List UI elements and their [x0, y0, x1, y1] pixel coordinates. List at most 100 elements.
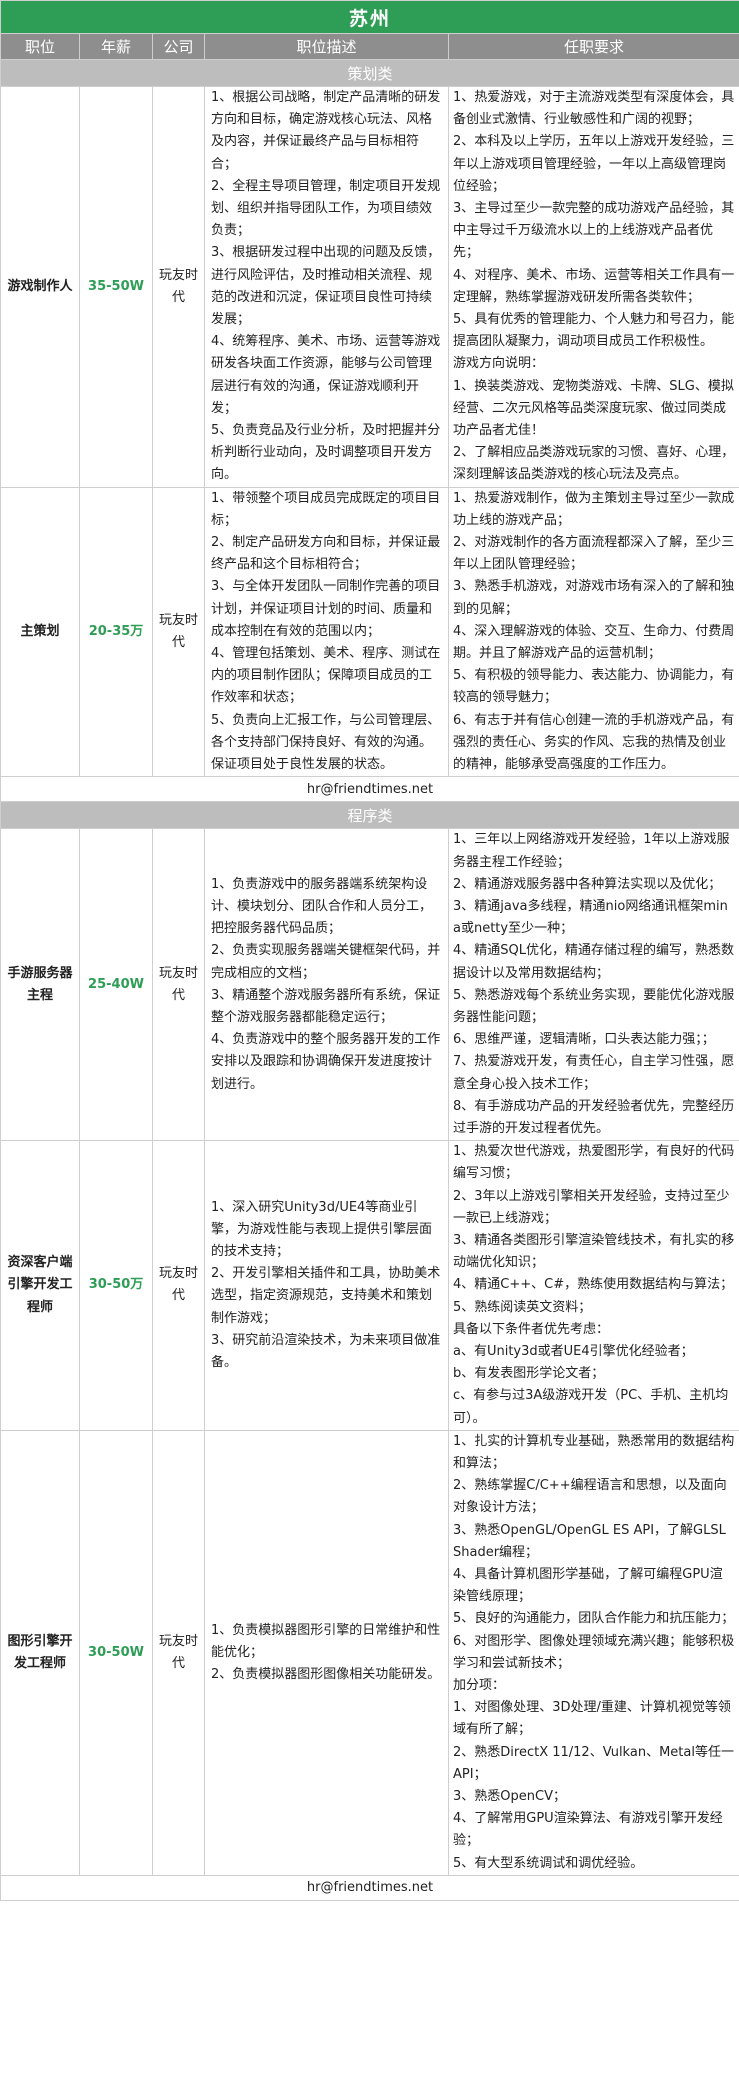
- requirement-line: 3、精通各类图形引擎渲染管线技术，有扎实的移动端优化知识；: [453, 1232, 735, 1271]
- job-requirements: 1、热爱次世代游戏，热爱图形学，有良好的代码编写习惯； 2、3年以上游戏引擎相关…: [447, 1140, 739, 1431]
- job-description: 1、根据公司战略，制定产品清晰的研发方向和目标，确定游戏核心玩法、风格及内容，并…: [204, 86, 449, 488]
- requirement-line: 1、热爱次世代游戏，热爱图形学，有良好的代码编写习惯；: [453, 1144, 735, 1182]
- job-description: 1、带领整个项目成员完成既定的项目目标； 2、制定产品研发方向和目标，并保证最终…: [204, 486, 449, 778]
- description-line: 3、与全体开发团队一同制作完善的项目计划，并保证项目计划的时间、质量和成本控制在…: [211, 579, 441, 639]
- job-company: 玩友时代: [152, 828, 205, 1142]
- description-line: 2、制定产品研发方向和目标，并保证最终产品和这个目标相符合；: [211, 535, 441, 573]
- job-requirements: 1、热爱游戏，对于主流游戏类型有深度体会，具备创业式激情、行业敏感性和广阔的视野…: [447, 86, 739, 488]
- requirement-line: 游戏方向说明：: [453, 356, 545, 372]
- description-line: 1、带领整个项目成员完成既定的项目目标；: [211, 490, 441, 528]
- header-requirements: 任职要求: [447, 33, 739, 60]
- job-requirements: 1、扎实的计算机专业基础，熟悉常用的数据结构和算法； 2、熟练掌握C/C++编程…: [447, 1429, 739, 1876]
- description-line: 4、统筹程序、美术、市场、运营等游戏研发各块面工作资源，能够与公司管理层进行有效…: [211, 334, 441, 416]
- job-requirements: 1、热爱游戏制作，做为主策划主导过至少一款成功上线的游戏产品； 2、对游戏制作的…: [447, 486, 739, 778]
- requirement-line: 2、熟悉DirectX 11/12、Vulkan、Metal等任一API；: [453, 1744, 734, 1782]
- description-line: 3、精通整个游戏服务器所有系统，保证整个游戏服务器都能稳定运行；: [211, 987, 441, 1025]
- requirement-line: 5、具有优秀的管理能力、个人魅力和号召力，能提高团队凝聚力，调动项目成员工作积极…: [453, 312, 735, 350]
- description-line: 2、负责实现服务器端关键框架代码，并完成相应的文档；: [211, 943, 441, 981]
- requirement-line: 5、熟悉游戏每个系统业务实现，要能优化游戏服务器性能问题；: [453, 987, 735, 1025]
- job-title: 手游服务器主程: [0, 828, 80, 1142]
- job-listing-table: 苏州 职位 年薪 公司 职位描述 任职要求 策划类 游戏制作人 35-50W 玩…: [0, 0, 739, 1901]
- job-row: 图形引擎开发工程师 30-50W 玩友时代 1、负责模拟器图形引擎的日常维护和性…: [0, 1429, 739, 1876]
- job-salary: 30-50万: [79, 1140, 153, 1431]
- requirement-line: 3、精通java多线程，精通nio网络通讯框架mina或netty至少一种；: [453, 898, 728, 937]
- contact-email: hr@friendtimes.net: [0, 776, 739, 803]
- description-line: 2、开发引擎相关插件和工具，协助美术选型，指定资源规范，支持美术和策划制作游戏；: [211, 1266, 441, 1326]
- requirement-line: 4、对程序、美术、市场、运营等相关工作具有一定理解，熟练掌握游戏研发所需各类软件…: [453, 267, 735, 305]
- description-line: 1、负责游戏中的服务器端系统架构设计、模块划分、团队合作和人员分工，把控服务器代…: [211, 876, 433, 937]
- job-description: 1、负责模拟器图形引擎的日常维护和性能优化； 2、负责模拟器图形图像相关功能研发…: [204, 1429, 449, 1876]
- requirement-line: 4、具备计算机图形学基础，了解可编程GPU渲染管线原理；: [453, 1567, 723, 1605]
- requirement-line: 4、了解常用GPU渲染算法、有游戏引擎开发经验；: [453, 1811, 723, 1849]
- header-salary: 年薪: [79, 33, 153, 60]
- job-salary: 35-50W: [79, 86, 153, 488]
- category-row: 策划类: [0, 59, 739, 87]
- header-description: 职位描述: [204, 33, 449, 60]
- description-line: 4、管理包括策划、美术、程序、测试在内的项目制作团队；保障项目成员的工作效率和状…: [211, 646, 441, 706]
- requirement-line: 2、3年以上游戏引擎相关开发经验，支持过至少一款已上线游戏；: [453, 1188, 730, 1226]
- requirement-line: 2、对游戏制作的各方面流程都深入了解，至少三年以上团队管理经验；: [453, 535, 735, 573]
- city-title-row: 苏州: [0, 0, 739, 34]
- city-title: 苏州: [0, 0, 739, 34]
- requirement-line: 2、了解相应品类游戏玩家的习惯、喜好、心理，深刻理解该品类游戏的核心玩法及亮点。: [453, 445, 735, 483]
- job-row: 游戏制作人 35-50W 玩友时代 1、根据公司战略，制定产品清晰的研发方向和目…: [0, 86, 739, 488]
- job-company: 玩友时代: [152, 1140, 205, 1431]
- description-line: 3、研究前沿渲染技术，为未来项目做准备。: [211, 1332, 441, 1371]
- requirement-line: 2、本科及以上学历，五年以上游戏开发经验，三年以上游戏项目管理经验，一年以上高级…: [453, 134, 735, 194]
- description-line: 1、负责模拟器图形引擎的日常维护和性能优化；: [211, 1622, 441, 1660]
- job-description: 1、负责游戏中的服务器端系统架构设计、模块划分、团队合作和人员分工，把控服务器代…: [204, 828, 449, 1142]
- job-salary: 25-40W: [79, 828, 153, 1142]
- requirement-line: 7、热爱游戏开发，有责任心，自主学习性强，愿意全身心投入技术工作；: [453, 1054, 735, 1092]
- description-line: 2、全程主导项目管理，制定项目开发规划、组织并指导团队工作，为项目绩效负责；: [211, 178, 441, 239]
- requirement-line: 加分项：: [453, 1678, 506, 1694]
- description-line: 3、根据研发过程中出现的问题及反馈，进行风险评估，及时推动相关流程、规范的改进和…: [211, 245, 441, 328]
- requirement-line: 4、深入理解游戏的体验、交互、生命力、付费周期。并且了解游戏产品的运营机制；: [453, 623, 735, 662]
- requirement-line: 6、思维严谨，逻辑清晰，口头表达能力强；；: [453, 1032, 715, 1048]
- requirement-line: 1、对图像处理、3D处理/重建、计算机视觉等领域有所了解；: [453, 1700, 731, 1738]
- description-line: 5、负责竞品及行业分析，及时把握并分析判断行业动向，及时调整项目开发方向。: [211, 423, 441, 483]
- column-header-row: 职位 年薪 公司 职位描述 任职要求: [0, 33, 739, 60]
- requirement-line: 1、热爱游戏制作，做为主策划主导过至少一款成功上线的游戏产品；: [453, 490, 735, 528]
- requirement-line: 1、扎实的计算机专业基础，熟悉常用的数据结构和算法；: [453, 1433, 735, 1471]
- requirement-line: 1、换装类游戏、宠物类游戏、卡牌、SLG、模拟经营、二次元风格等品类深度玩家、做…: [453, 378, 734, 439]
- requirement-line: 5、熟练阅读英文资料；: [453, 1299, 592, 1315]
- requirement-line: 1、热爱游戏，对于主流游戏类型有深度体会，具备创业式激情、行业敏感性和广阔的视野…: [453, 90, 735, 128]
- requirement-line: 8、有手游成功产品的开发经验者优先，完整经历过手游的开发过程者优先。: [453, 1098, 735, 1136]
- job-title: 资深客户端引擎开发工程师: [0, 1140, 80, 1431]
- requirement-line: 3、熟悉手机游戏，对游戏市场有深入的了解和独到的见解；: [453, 579, 735, 617]
- description-line: 5、负责向上汇报工作，与公司管理层、各个支持部门保持良好、有效的沟通。保证项目处…: [211, 712, 441, 773]
- category-label: 策划类: [0, 59, 739, 87]
- description-line: 1、根据公司战略，制定产品清晰的研发方向和目标，确定游戏核心玩法、风格及内容，并…: [211, 90, 441, 172]
- description-line: 4、负责游戏中的整个服务器开发的工作安排以及跟踪和协调确保开发进度按计划进行。: [211, 1032, 441, 1092]
- requirement-line: 3、熟悉OpenGL/OpenGL ES API，了解GLSL Shader编程…: [453, 1522, 726, 1560]
- requirement-line: 4、精通C++、C#，熟练使用数据结构与算法；: [453, 1277, 734, 1293]
- job-company: 玩友时代: [152, 1429, 205, 1876]
- requirement-line: 6、对图形学、图像处理领域充满兴趣；能够积极学习和尝试新技术；: [453, 1633, 735, 1671]
- description-line: 2、负责模拟器图形图像相关功能研发。: [211, 1666, 441, 1682]
- requirement-line: 3、熟悉OpenCV；: [453, 1789, 566, 1805]
- requirement-line: 1、三年以上网络游戏开发经验，1年以上游戏服务器主程工作经验；: [453, 832, 730, 870]
- job-title: 主策划: [0, 486, 80, 778]
- contact-email-row: hr@friendtimes.net: [0, 776, 739, 803]
- job-company: 玩友时代: [152, 486, 205, 778]
- job-company: 玩友时代: [152, 86, 205, 488]
- header-position: 职位: [0, 33, 80, 60]
- requirement-line: 2、熟练掌握C/C++编程语言和思想，以及面向对象设计方法；: [453, 1478, 727, 1516]
- job-row: 手游服务器主程 25-40W 玩友时代 1、负责游戏中的服务器端系统架构设计、模…: [0, 828, 739, 1142]
- requirement-line: 具备以下条件者优先考虑：: [453, 1321, 610, 1337]
- contact-email-row: hr@friendtimes.net: [0, 1874, 739, 1901]
- job-salary: 20-35万: [79, 486, 153, 778]
- category-label: 程序类: [0, 801, 739, 830]
- requirement-line: 5、有大型系统调试和调优经验。: [453, 1855, 644, 1871]
- requirement-line: b、有发表图形学论文者；: [453, 1366, 605, 1382]
- requirement-line: 2、精通游戏服务器中各种算法实现以及优化；: [453, 876, 722, 892]
- requirement-line: 5、有积极的领导能力、表达能力、协调能力，有较高的领导魅力；: [453, 668, 735, 706]
- job-row: 资深客户端引擎开发工程师 30-50万 玩友时代 1、深入研究Unity3d/U…: [0, 1140, 739, 1431]
- job-row: 主策划 20-35万 玩友时代 1、带领整个项目成员完成既定的项目目标； 2、制…: [0, 486, 739, 778]
- requirement-line: 6、有志于并有信心创建一流的手机游戏产品，有强烈的责任心、务实的作风、忘我的热情…: [453, 712, 735, 773]
- requirement-line: 5、良好的沟通能力，团队合作能力和抗压能力；: [453, 1611, 735, 1627]
- job-salary: 30-50W: [79, 1429, 153, 1876]
- contact-email: hr@friendtimes.net: [0, 1874, 739, 1901]
- job-title: 图形引擎开发工程师: [0, 1429, 80, 1876]
- requirement-line: c、有参与过3A级游戏开发（PC、手机、主机均可）。: [453, 1388, 729, 1426]
